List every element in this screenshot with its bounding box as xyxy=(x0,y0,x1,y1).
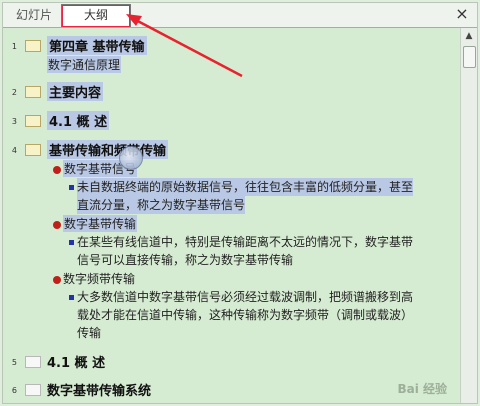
slide-number-2: 2 xyxy=(11,88,17,97)
bullet-icon xyxy=(53,276,61,284)
bullet-detail-2a[interactable]: 在某些有线信道中，特别是传输距离不太远的情况下，数字基带 xyxy=(77,233,413,251)
scroll-thumb[interactable] xyxy=(463,46,476,68)
slide-icon[interactable] xyxy=(25,384,41,396)
slide-number-1: 1 xyxy=(11,42,17,51)
close-icon[interactable]: × xyxy=(453,5,471,23)
sub-bullet-icon xyxy=(69,295,74,300)
tab-outline[interactable]: 大纲 xyxy=(61,4,131,27)
bullet-item-2[interactable]: 数字基带传输 xyxy=(63,215,138,232)
bullet-detail-3a[interactable]: 大多数信道中数字基带信号必须经过载波调制，把频谱搬移到高 xyxy=(77,288,413,306)
tab-slides[interactable]: 幻灯片 xyxy=(9,5,59,25)
watermark: Bai 经验 xyxy=(397,382,447,396)
slide-icon[interactable] xyxy=(25,40,41,52)
slide-5-title[interactable]: 4.1 概 述 xyxy=(47,352,105,371)
slide-number-3: 3 xyxy=(11,117,17,126)
outline-pane: 幻灯片 大纲 × 1 第四章 基带传输 数字通信原理 2 主要内容 3 4.1 … xyxy=(2,2,478,404)
slide-1-title[interactable]: 第四章 基带传输 xyxy=(47,36,147,55)
slide-icon[interactable] xyxy=(25,86,41,98)
slide-icon[interactable] xyxy=(25,356,41,368)
bullet-detail-1a[interactable]: 未自数据终端的原始数据信号，往往包含丰富的低频分量，甚至 xyxy=(77,178,414,196)
outline-content[interactable]: 1 第四章 基带传输 数字通信原理 2 主要内容 3 4.1 概 述 4 基带传… xyxy=(3,28,459,403)
slide-6-title[interactable]: 数字基带传输系统 xyxy=(47,380,151,399)
pane-tab-bar: 幻灯片 大纲 × xyxy=(3,3,477,28)
slide-1-subtitle[interactable]: 数字通信原理 xyxy=(47,56,122,73)
slide-3-title[interactable]: 4.1 概 述 xyxy=(47,111,110,130)
slide-icon[interactable] xyxy=(25,144,41,156)
slide-number-5: 5 xyxy=(11,358,17,367)
slide-number-4: 4 xyxy=(11,146,17,155)
bullet-icon xyxy=(53,221,61,229)
bullet-detail-3c[interactable]: 传输 xyxy=(77,324,101,342)
sub-bullet-icon xyxy=(69,240,74,245)
slide-2-title[interactable]: 主要内容 xyxy=(47,82,104,101)
vertical-scrollbar[interactable]: ▲ xyxy=(460,28,477,403)
slide-number-6: 6 xyxy=(11,386,17,395)
slide-icon[interactable] xyxy=(25,115,41,127)
bullet-detail-2b[interactable]: 信号可以直接传输，称之为数字基带传输 xyxy=(77,251,293,269)
bullet-detail-3b[interactable]: 载处才能在信道中传输，这种传输称为数字频带（调制或载波） xyxy=(77,306,413,324)
bullet-icon xyxy=(53,166,61,174)
bullet-item-3[interactable]: 数字频带传输 xyxy=(63,270,135,288)
sub-bullet-icon xyxy=(69,185,74,190)
drag-cursor-icon xyxy=(119,146,143,170)
bullet-detail-1b[interactable]: 直流分量，称之为数字基带信号 xyxy=(77,196,246,214)
scroll-up-icon[interactable]: ▲ xyxy=(463,30,475,42)
slide-4-title[interactable]: 基带传输和频带传输 xyxy=(47,140,169,159)
